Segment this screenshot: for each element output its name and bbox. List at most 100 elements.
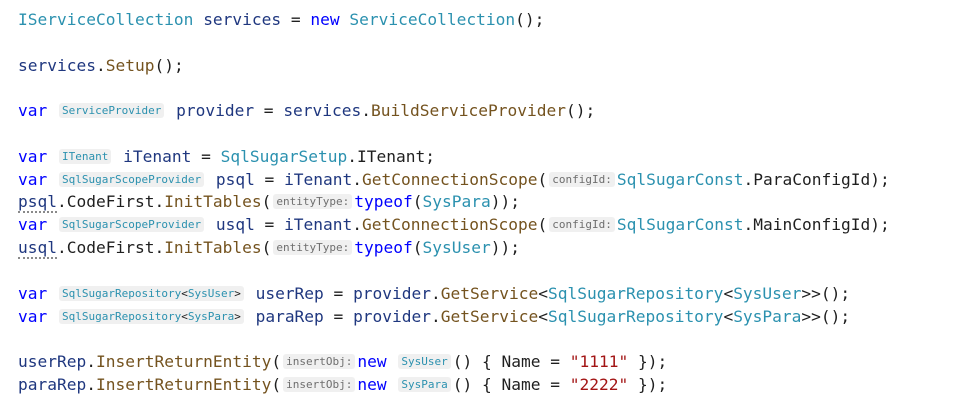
code-line-3: var ServiceProvider provider = services.… [18,100,595,122]
punct: (); [565,101,596,120]
inlay-type-hint: SysPara [398,377,451,392]
inlay-type-hint: SysUser [398,354,451,369]
punct: < [723,307,734,326]
inlay-type-hint: SqlSugarRepository<SysPara> [59,309,244,324]
hint-type: ServiceProvider [62,104,162,117]
punct: ( [537,215,548,234]
keyword: var [18,284,48,303]
inlay-type-hint: SqlSugarScopeProvider [59,172,205,187]
variable: services [203,10,282,29]
variable: paraRep [18,375,87,394]
punct: = [323,307,354,326]
punct: ( [271,352,282,371]
punct: .CodeFirst. [56,238,165,257]
variable: services [283,101,362,120]
hint-type: SysUser [401,355,448,368]
variable: usql [215,215,255,234]
punct: < [538,284,548,303]
punct: >>(); [801,307,851,326]
type-name: SqlSugarConst [616,170,744,189]
method-name: BuildServiceProvider [371,101,566,120]
hint-punct: < [181,287,188,300]
punct: < [723,284,734,303]
punct: . [352,170,363,189]
punct: .CodeFirst. [56,192,165,211]
hint-punct: > [234,287,241,300]
variable[interactable]: usql [18,238,57,259]
punct: () { Name = [452,352,570,371]
type-name: ServiceCollection [349,10,516,29]
punct: ( [261,238,272,257]
punct: = [254,215,285,234]
inlay-parameter-hint: configId: [549,217,615,232]
punct: (); [154,56,184,75]
punct: . [361,101,372,120]
hint-type-arg: SysPara [187,310,235,323]
punct: (); [515,10,545,29]
hint-punct: > [234,310,241,323]
punct: . [352,215,363,234]
hint-type: SysPara [401,378,448,391]
method-name: InsertReturnEntity [95,352,272,371]
variable: iTenant [123,147,192,166]
hint-punct: < [181,310,188,323]
string-literal: "1111" [569,352,629,371]
punct: . [86,375,96,394]
punct: = [254,170,285,189]
code-line-4: var ITenant iTenant = SqlSugarSetup.ITen… [18,146,435,168]
punct: () { Name = [452,375,570,394]
variable: userRep [255,284,324,303]
punct: }); [628,352,668,371]
code-editor[interactable]: IServiceCollection services = new Servic… [0,0,978,406]
keyword: var [18,147,48,166]
type-name: SqlSugarRepository [548,307,724,326]
punct: ( [412,238,423,257]
punct: >>(); [801,284,851,303]
punct: = [254,101,284,120]
keyword: var [18,307,48,326]
keyword: new [357,375,387,394]
code-line-11: userRep.InsertReturnEntity(insertObj: new… [18,351,667,373]
hint-type: SqlSugarScopeProvider [62,218,202,231]
punct: < [538,307,548,326]
inlay-type-hint: SqlSugarRepository<SysUser> [59,286,244,301]
punct: .ITenant; [347,147,436,166]
punct: )); [490,238,520,257]
punct: ( [261,192,272,211]
punct: .MainConfigId); [743,215,890,234]
punct: . [95,56,106,75]
inlay-parameter-hint: entityType: [273,194,353,209]
code-line-5: var SqlSugarScopeProvider psql = iTenant… [18,169,890,191]
inlay-parameter-hint: insertObj: [283,354,356,369]
punct: = [281,10,311,29]
type-name: SqlSugarRepository [548,284,724,303]
variable[interactable]: psql [18,192,57,213]
inlay-parameter-hint: configId: [549,172,615,187]
code-line-6: psql.CodeFirst.InitTables(entityType: typ… [18,191,520,213]
keyword: typeof [354,238,413,257]
type-name: SysPara [733,307,802,326]
punct: . [431,307,441,326]
variable: psql [215,170,255,189]
method-name: InitTables [164,238,262,257]
keyword: typeof [354,192,413,211]
code-line-2: services.Setup(); [18,55,184,77]
code-line-10: var SqlSugarRepository<SysPara> paraRep … [18,306,850,328]
keyword: var [18,215,48,234]
method-name: InitTables [164,192,262,211]
inlay-type-hint: ITenant [59,149,112,164]
keyword: new [310,10,340,29]
punct: . [86,352,96,371]
keyword: var [18,170,48,189]
punct: ( [271,375,282,394]
inlay-type-hint: SqlSugarScopeProvider [59,217,205,232]
hint-type: SqlSugarRepository [62,287,182,300]
variable: provider [176,101,255,120]
method-name: GetService [440,307,539,326]
method-name: GetService [440,284,539,303]
variable: userRep [18,352,87,371]
inlay-type-hint: ServiceProvider [59,103,165,118]
keyword: new [357,352,387,371]
method-name: GetConnectionScope [362,170,538,189]
punct: .ParaConfigId); [743,170,890,189]
